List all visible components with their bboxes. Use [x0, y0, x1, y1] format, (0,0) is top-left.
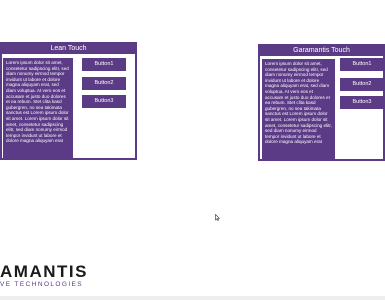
lean-touch-panel: Lean Touch Lorem ipsum dolor sit amet, c… [0, 42, 137, 160]
panel-title: Lean Touch [2, 44, 135, 54]
arrow-cursor-icon [215, 214, 220, 221]
button-3[interactable]: Button3 [340, 96, 384, 109]
scrollable-text[interactable]: Lorem ipsum dolor sit amet, consetetur s… [3, 58, 73, 158]
brand-logo: AMANTIS [0, 262, 88, 281]
scrollable-text[interactable]: Lorem ipsum dolor sit amet, consetetur s… [262, 59, 335, 160]
bottom-divider [0, 296, 385, 300]
button-1[interactable]: Button1 [340, 58, 384, 71]
brand-tagline: VE TECHNOLOGIES [0, 281, 84, 288]
button-2[interactable]: Button2 [340, 78, 384, 91]
button-3[interactable]: Button3 [82, 95, 126, 108]
button-2[interactable]: Button2 [82, 77, 126, 90]
garamantis-touch-panel: Garamantis Touch Lorem ipsum dolor sit a… [258, 44, 385, 161]
panel-title: Garamantis Touch [260, 46, 383, 56]
button-1[interactable]: Button1 [82, 58, 126, 71]
